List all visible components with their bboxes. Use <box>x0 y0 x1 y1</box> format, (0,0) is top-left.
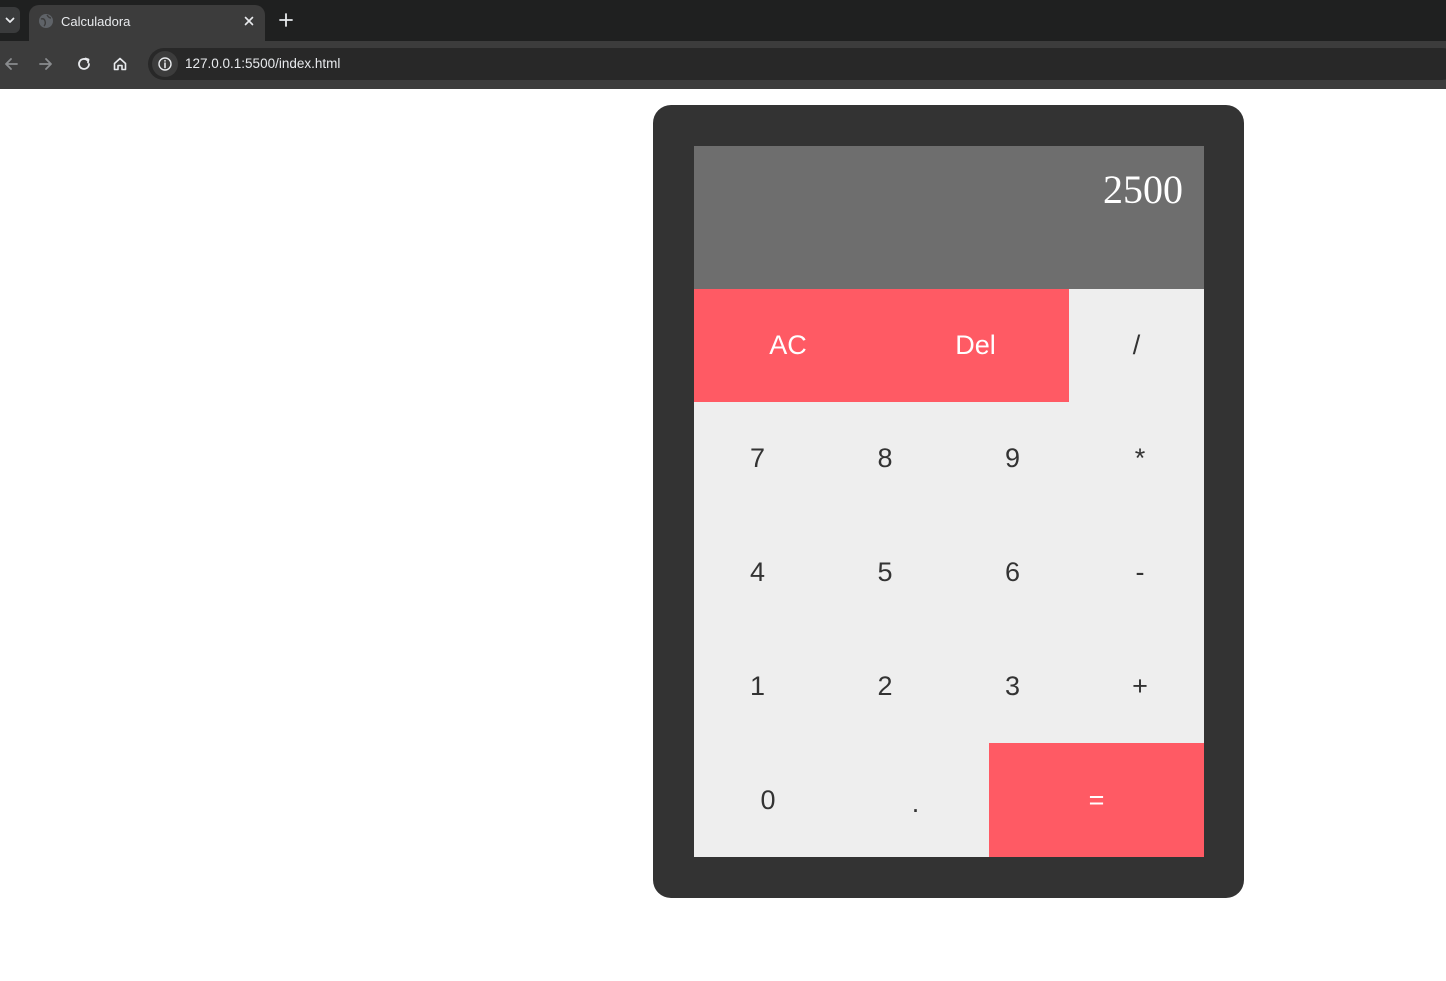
chevron-down-icon <box>5 17 15 23</box>
browser-tab-active[interactable]: Calculadora <box>29 5 265 41</box>
digit-1-button[interactable]: 1 <box>694 629 821 743</box>
info-icon <box>158 57 172 71</box>
home-icon <box>113 57 127 71</box>
equals-button[interactable]: = <box>989 743 1204 857</box>
plus-icon <box>279 13 293 27</box>
decimal-point-button[interactable]: . <box>842 743 989 857</box>
reload-icon <box>78 57 90 70</box>
site-info-button[interactable] <box>152 51 178 77</box>
delete-button[interactable]: Del <box>882 289 1069 402</box>
reload-button[interactable] <box>73 53 95 75</box>
digit-8-button[interactable]: 8 <box>821 402 949 515</box>
digit-9-button[interactable]: 9 <box>949 402 1076 515</box>
address-bar[interactable]: 127.0.0.1:5500/index.html <box>148 48 1446 80</box>
browser-toolbar: 127.0.0.1:5500/index.html <box>0 41 1446 89</box>
digit-4-button[interactable]: 4 <box>694 515 821 629</box>
close-icon <box>244 16 254 26</box>
tab-close-button[interactable] <box>241 13 257 29</box>
globe-icon <box>39 14 53 28</box>
new-tab-button[interactable] <box>276 10 296 30</box>
arrow-right-icon <box>39 58 52 70</box>
digit-3-button[interactable]: 3 <box>949 629 1076 743</box>
browser-tab-bar: Calculadora <box>0 0 1446 41</box>
digit-5-button[interactable]: 5 <box>821 515 949 629</box>
calculator: 2500 AC Del / 7 8 9 * 4 5 6 - 1 2 3 + 0 … <box>653 105 1244 898</box>
divide-button[interactable]: / <box>1069 289 1204 402</box>
home-button[interactable] <box>109 53 131 75</box>
back-button[interactable] <box>0 53 22 75</box>
arrow-left-icon <box>5 58 18 70</box>
digit-7-button[interactable]: 7 <box>694 402 821 515</box>
forward-button[interactable] <box>35 53 57 75</box>
plus-button[interactable]: + <box>1076 629 1204 743</box>
display-value: 2500 <box>1103 167 1183 212</box>
multiply-button[interactable]: * <box>1076 402 1204 515</box>
clear-button[interactable]: AC <box>694 289 882 402</box>
digit-6-button[interactable]: 6 <box>949 515 1076 629</box>
url-text: 127.0.0.1:5500/index.html <box>185 56 341 71</box>
tab-title: Calculadora <box>61 14 131 29</box>
digit-2-button[interactable]: 2 <box>821 629 949 743</box>
digit-0-button[interactable]: 0 <box>694 743 842 857</box>
calculator-display: 2500 <box>694 146 1204 289</box>
tab-search-button[interactable] <box>0 7 20 33</box>
minus-button[interactable]: - <box>1076 515 1204 629</box>
